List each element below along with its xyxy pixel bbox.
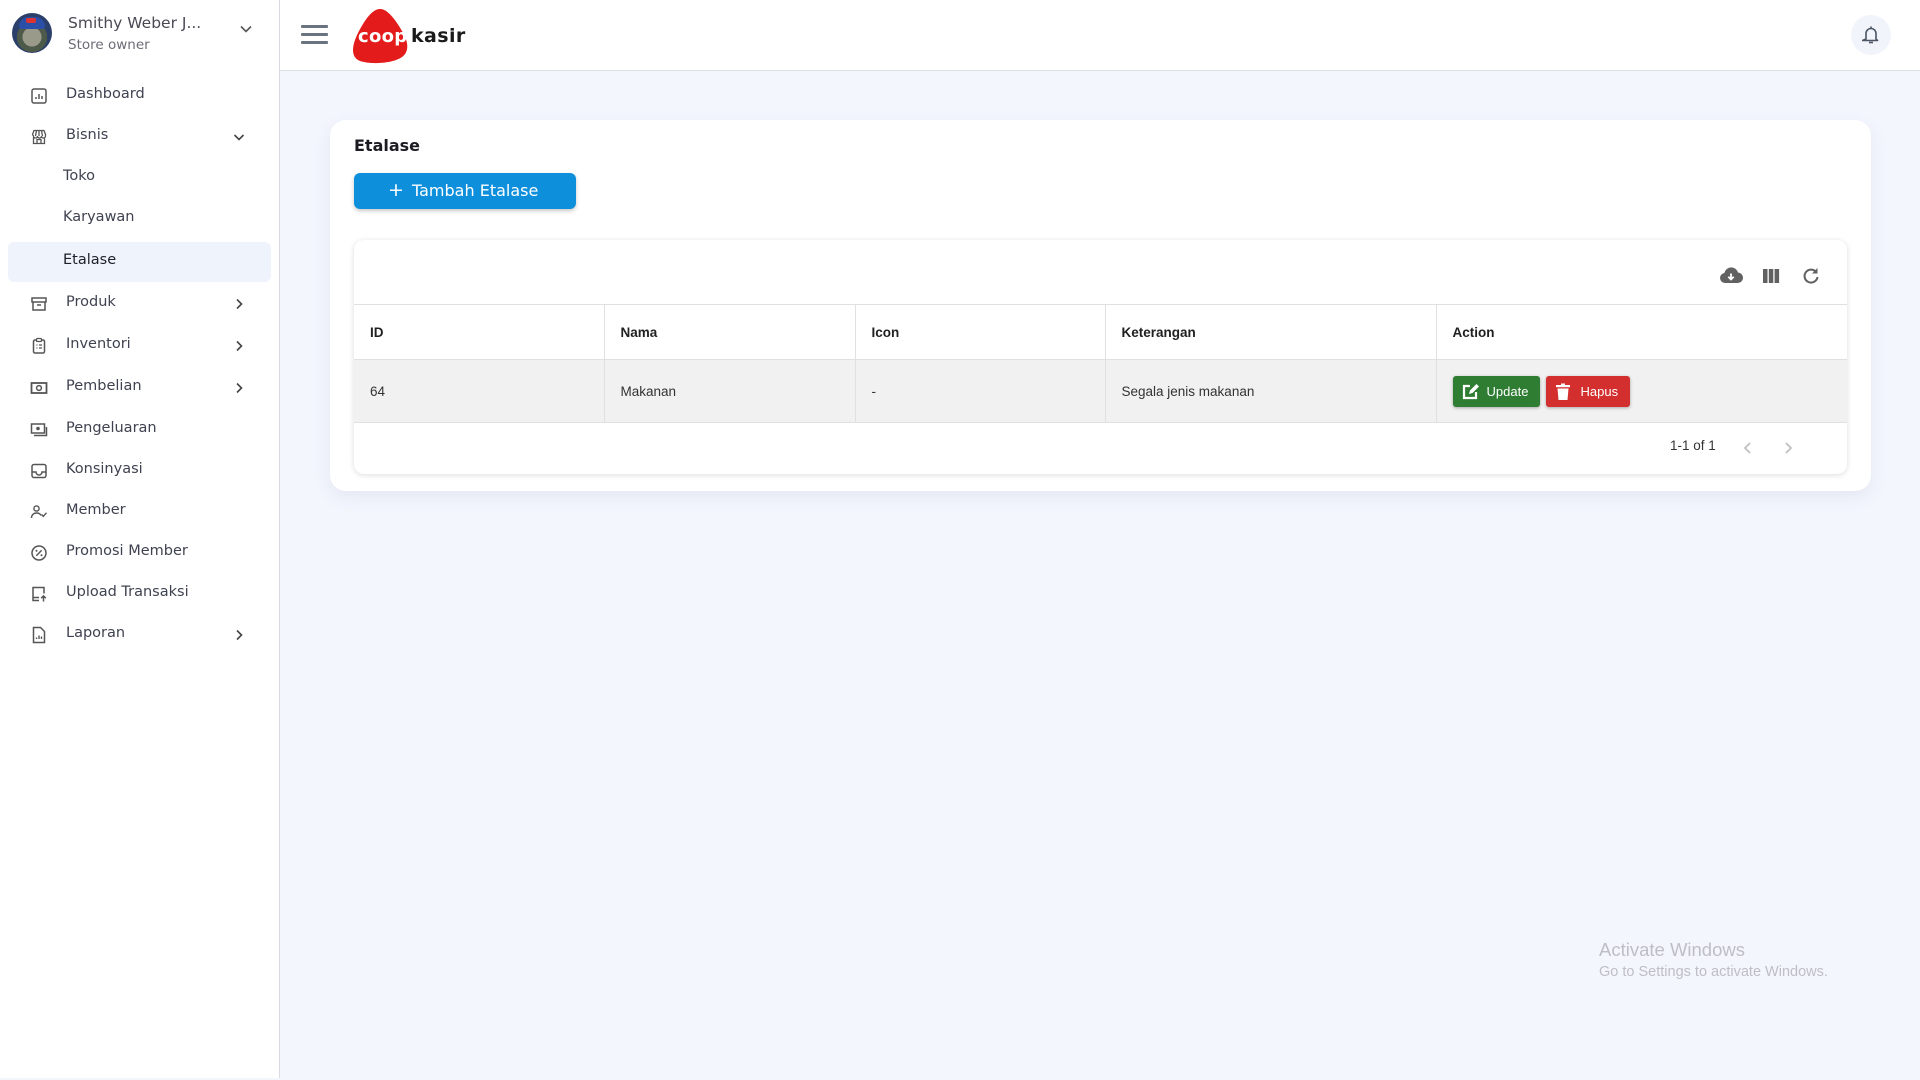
add-etalase-label: Tambah Etalase <box>412 181 539 200</box>
chevron-right-icon <box>236 340 243 352</box>
chevron-down-icon[interactable] <box>236 19 256 39</box>
column-header-nama[interactable]: Nama <box>604 304 856 360</box>
chevron-left-icon[interactable] <box>1739 439 1757 457</box>
data-table: ID Nama Icon Keterangan Action 64 Makana… <box>354 240 1847 474</box>
sidebar-item-konsinyasi[interactable]: Konsinyasi <box>8 451 271 491</box>
sidebar-item-label: Karyawan <box>63 209 135 225</box>
sidebar-item-upload-transaksi[interactable]: Upload Transaksi <box>8 574 271 614</box>
sidebar-item-member[interactable]: Member <box>8 492 271 532</box>
bell-icon <box>1862 26 1879 44</box>
sidebar-item-promosi-member[interactable]: Promosi Member <box>8 533 271 573</box>
cash-icon <box>30 423 48 437</box>
sidebar-item-laporan[interactable]: Laporan <box>8 615 271 655</box>
logo-text-coop: coop <box>358 26 408 47</box>
delete-label: Hapus <box>1580 383 1619 399</box>
update-button[interactable]: Update <box>1452 375 1540 407</box>
columns-icon[interactable] <box>1758 264 1784 288</box>
sidebar-item-pengeluaran[interactable]: Pengeluaran <box>8 410 271 450</box>
sidebar-item-dashboard[interactable]: Dashboard <box>8 76 271 116</box>
refresh-icon[interactable] <box>1798 264 1824 288</box>
logo-text-kasir: kasir <box>411 25 466 47</box>
sidebar-item-toko[interactable]: Toko <box>8 158 271 198</box>
table-header-row: ID Nama Icon Keterangan Action <box>354 304 1847 360</box>
column-header-action: Action <box>1436 304 1847 360</box>
sidebar-item-label: Etalase <box>63 252 117 268</box>
cell-id: 64 <box>354 359 605 423</box>
table-row: 64 Makanan - Segala jenis makanan Update <box>354 359 1847 423</box>
user-profile[interactable]: Smithy Weber J... Store owner <box>12 13 268 55</box>
chevron-right-icon <box>236 629 243 641</box>
add-etalase-button[interactable]: + Tambah Etalase <box>354 173 576 209</box>
chevron-right-icon[interactable] <box>1779 439 1797 457</box>
chevron-right-icon <box>236 298 243 310</box>
cell-action: Update Hapus <box>1436 359 1847 423</box>
activate-windows-title: Activate Windows <box>1599 939 1745 960</box>
report-icon <box>32 626 46 644</box>
delete-button[interactable]: Hapus <box>1545 375 1630 407</box>
edit-icon <box>1462 383 1479 399</box>
upload-icon <box>32 586 47 602</box>
hamburger-menu-icon[interactable] <box>300 23 330 47</box>
discount-icon <box>31 545 47 561</box>
cell-nama: Makanan <box>604 359 856 423</box>
sidebar-item-label: Pembelian <box>66 378 142 394</box>
sidebar-item-label: Toko <box>63 168 96 184</box>
sidebar-item-produk[interactable]: Produk <box>8 284 271 324</box>
column-header-icon[interactable]: Icon <box>855 304 1106 360</box>
money-icon <box>30 382 48 394</box>
sidebar-item-label: Upload Transaksi <box>66 584 189 600</box>
dashboard-icon <box>31 88 47 104</box>
pagination-info: 1-1 of 1 <box>1670 438 1716 453</box>
sidebar-item-label: Produk <box>66 294 116 310</box>
user-name: Smithy Weber J... <box>68 14 202 32</box>
sidebar-item-etalase[interactable]: Etalase <box>8 242 271 282</box>
sidebar-item-label: Member <box>66 502 126 518</box>
plus-icon: + <box>388 179 404 201</box>
sidebar-item-label: Inventori <box>66 336 131 352</box>
chevron-right-icon <box>236 382 243 394</box>
inbox-icon <box>31 463 47 479</box>
sidebar-item-karyawan[interactable]: Karyawan <box>8 199 271 239</box>
chevron-down-icon <box>233 134 245 141</box>
user-check-icon <box>30 505 48 519</box>
logo[interactable]: coop kasir <box>350 5 465 65</box>
sidebar-item-bisnis[interactable]: Bisnis <box>8 117 271 157</box>
page-title: Etalase <box>354 136 421 155</box>
update-label: Update <box>1486 383 1529 399</box>
column-header-id[interactable]: ID <box>354 304 605 360</box>
sidebar: Smithy Weber J... Store owner Dashboard … <box>0 0 280 1078</box>
sidebar-item-label: Konsinyasi <box>66 461 143 477</box>
sidebar-item-label: Bisnis <box>66 127 109 143</box>
archive-icon <box>31 297 47 311</box>
sidebar-item-inventori[interactable]: Inventori <box>8 326 271 366</box>
sidebar-item-pembelian[interactable]: Pembelian <box>8 368 271 408</box>
user-role: Store owner <box>68 37 150 53</box>
cell-icon: - <box>855 359 1106 423</box>
top-bar: coop kasir <box>280 0 1920 71</box>
cell-keterangan: Segala jenis makanan <box>1105 359 1437 423</box>
download-icon[interactable] <box>1718 264 1744 288</box>
sidebar-item-label: Pengeluaran <box>66 420 157 436</box>
sidebar-item-label: Laporan <box>66 625 126 641</box>
avatar <box>12 13 52 53</box>
column-header-keterangan[interactable]: Keterangan <box>1105 304 1437 360</box>
etalase-card: Etalase + Tambah Etalase ID Nama Icon Ke… <box>330 120 1871 491</box>
activate-windows-subtitle: Go to Settings to activate Windows. <box>1599 964 1828 980</box>
store-icon <box>31 129 47 145</box>
clipboard-icon <box>32 337 46 354</box>
sidebar-item-label: Promosi Member <box>66 543 188 559</box>
notification-button[interactable] <box>1851 15 1891 55</box>
etalase-table: ID Nama Icon Keterangan Action 64 Makana… <box>354 304 1847 423</box>
sidebar-item-label: Dashboard <box>66 86 145 102</box>
trash-icon <box>1555 383 1570 400</box>
